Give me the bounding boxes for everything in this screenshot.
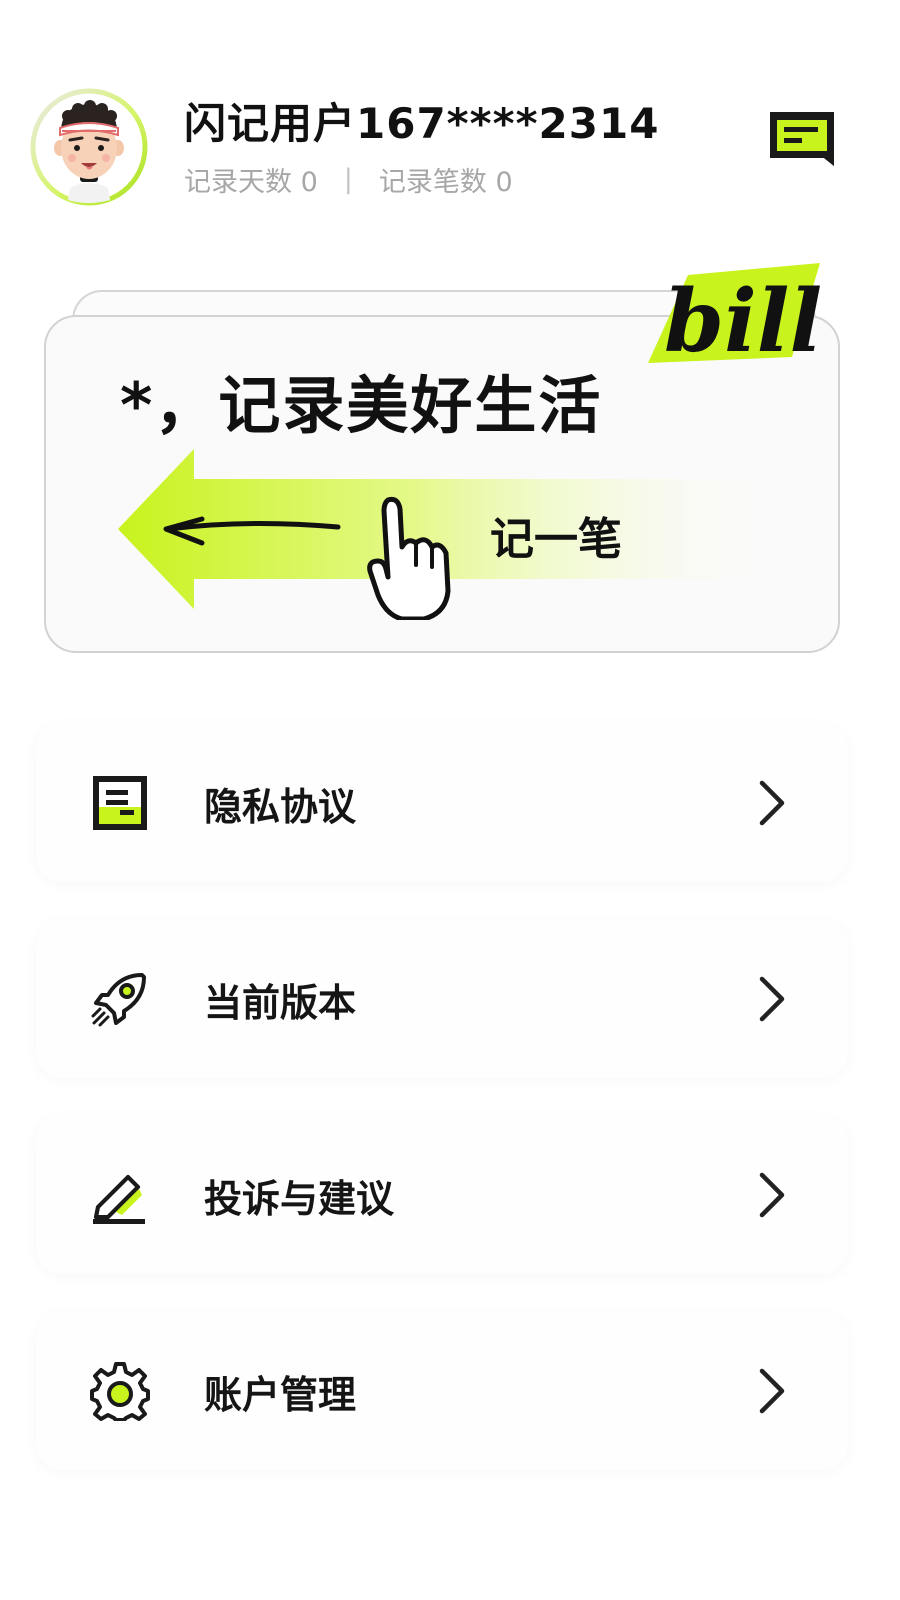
bill-badge-text: bill	[664, 271, 822, 372]
message-button[interactable]	[766, 106, 838, 178]
stats-separator: |	[343, 164, 353, 195]
chevron-right-icon	[759, 1172, 785, 1218]
menu-item-label: 投诉与建议	[204, 1177, 395, 1221]
menu-item-label: 当前版本	[204, 981, 357, 1025]
menu-item-feedback[interactable]: 投诉与建议	[36, 1116, 848, 1274]
write-entry-label: 记一笔	[490, 514, 622, 565]
profile-page: 闪记用户167****2314 记录天数 0 | 记录笔数 0 *，记录美好生活…	[0, 0, 900, 1600]
pencil-icon	[93, 1175, 145, 1224]
menu-item-privacy-policy[interactable]: 隐私协议	[36, 724, 848, 882]
rocket-icon	[91, 973, 146, 1027]
chevron-right-icon	[759, 976, 785, 1022]
user-stats: 记录天数 0 | 记录笔数 0	[184, 160, 513, 199]
document-icon	[93, 776, 147, 830]
avatar-image	[30, 88, 148, 206]
write-entry-arrow	[118, 449, 778, 620]
menu-item-label: 账户管理	[204, 1373, 357, 1417]
avatar[interactable]	[30, 88, 148, 206]
gear-icon	[90, 1362, 150, 1421]
message-icon	[770, 112, 834, 166]
menu-item-label: 隐私协议	[204, 785, 357, 829]
user-name: 闪记用户167****2314	[184, 99, 660, 148]
menu-item-current-version[interactable]: 当前版本	[36, 920, 848, 1078]
menu-item-account-management[interactable]: 账户管理	[36, 1312, 848, 1470]
chevron-right-icon	[759, 780, 785, 826]
banner-slogan: *，记录美好生活	[120, 369, 603, 442]
chevron-right-icon	[759, 1368, 785, 1414]
banner-card[interactable]: *，记录美好生活 bill 记一笔	[40, 255, 860, 655]
record-entries-count: 记录笔数 0	[378, 167, 513, 198]
bill-badge: bill	[648, 263, 822, 372]
record-days-count: 记录天数 0	[184, 167, 318, 198]
